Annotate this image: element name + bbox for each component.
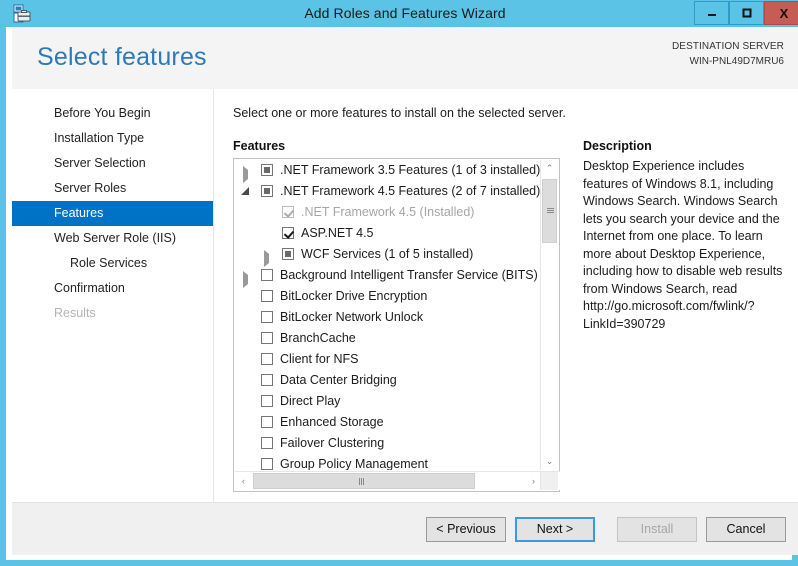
- feature-label: Background Intelligent Transfer Service …: [280, 268, 538, 282]
- destination-server-label: DESTINATION SERVER: [671, 41, 784, 52]
- scroll-left-icon[interactable]: ‹: [235, 472, 252, 490]
- feature-row[interactable]: Background Intelligent Transfer Service …: [235, 265, 541, 288]
- feature-label: BranchCache: [280, 331, 356, 345]
- feature-label: .NET Framework 4.5 Features (2 of 7 inst…: [280, 184, 541, 198]
- sidebar-item-server-selection[interactable]: Server Selection: [12, 151, 213, 176]
- feature-checkbox[interactable]: [261, 332, 273, 344]
- feature-row[interactable]: .NET Framework 4.5 (Installed): [235, 202, 541, 223]
- horizontal-scroll-thumb[interactable]: [253, 473, 475, 489]
- feature-row[interactable]: Data Center Bridging: [235, 370, 541, 391]
- page-header: Select features DESTINATION SERVER WIN-P…: [12, 27, 798, 90]
- scroll-grip-icon: [359, 478, 366, 485]
- feature-checkbox[interactable]: [261, 269, 273, 281]
- feature-row[interactable]: WCF Services (1 of 5 installed): [235, 244, 541, 267]
- feature-row[interactable]: .NET Framework 3.5 Features (1 of 3 inst…: [235, 160, 541, 183]
- maximize-button[interactable]: [729, 1, 764, 25]
- feature-checkbox[interactable]: [261, 395, 273, 407]
- sidebar-item-web-server-role-iis[interactable]: Web Server Role (IIS): [12, 226, 213, 251]
- feature-row[interactable]: Enhanced Storage: [235, 412, 541, 433]
- feature-checkbox[interactable]: [261, 164, 273, 176]
- instruction-text: Select one or more features to install o…: [233, 106, 566, 120]
- wizard-steps-nav: Before You Begin Installation Type Server …: [12, 89, 214, 502]
- description-label: Description: [583, 139, 652, 153]
- feature-checkbox[interactable]: [261, 185, 273, 197]
- feature-checkbox: [282, 206, 294, 218]
- wizard-window: Add Roles and Features Wizard X Select f…: [0, 0, 798, 566]
- feature-label: ASP.NET 4.5: [301, 226, 374, 240]
- feature-row[interactable]: Client for NFS: [235, 349, 541, 370]
- feature-checkbox[interactable]: [261, 458, 273, 470]
- close-button[interactable]: X: [764, 1, 798, 25]
- feature-row[interactable]: Group Policy Management: [235, 454, 541, 470]
- feature-row[interactable]: BitLocker Network Unlock: [235, 307, 541, 328]
- feature-checkbox[interactable]: [261, 416, 273, 428]
- feature-label: BitLocker Drive Encryption: [280, 289, 428, 303]
- footer-bar: < Previous Next > Install Cancel: [12, 502, 798, 555]
- scrollbar-corner: [540, 471, 558, 490]
- scroll-grip-icon: [547, 208, 554, 214]
- feature-checkbox[interactable]: [261, 353, 273, 365]
- window-title: Add Roles and Features Wizard: [304, 5, 506, 21]
- feature-row[interactable]: ASP.NET 4.5: [235, 223, 541, 244]
- feature-label: Group Policy Management: [280, 457, 428, 470]
- sidebar-item-results: Results: [54, 306, 96, 320]
- description-text: Desktop Experience includes features of …: [583, 159, 783, 331]
- features-label: Features: [233, 139, 286, 153]
- feature-label: BitLocker Network Unlock: [280, 310, 424, 324]
- install-button: Install: [617, 517, 697, 542]
- features-list: .NET Framework 3.5 Features (1 of 3 inst…: [235, 160, 541, 470]
- feature-row[interactable]: BranchCache: [235, 328, 541, 349]
- vertical-scroll-thumb[interactable]: [542, 179, 557, 243]
- chevron-down-icon[interactable]: [241, 187, 249, 195]
- feature-label: Failover Clustering: [280, 436, 385, 450]
- sidebar-item-installation-type[interactable]: Installation Type: [12, 126, 213, 151]
- feature-label: .NET Framework 3.5 Features (1 of 3 inst…: [280, 163, 541, 177]
- feature-checkbox[interactable]: [261, 311, 273, 323]
- feature-label: Direct Play: [280, 394, 341, 408]
- feature-checkbox[interactable]: [282, 227, 294, 239]
- feature-label: .NET Framework 4.5 (Installed): [301, 205, 475, 219]
- sidebar-item-server-roles[interactable]: Server Roles: [12, 176, 213, 201]
- feature-checkbox[interactable]: [282, 248, 294, 260]
- minimize-button[interactable]: [694, 1, 729, 25]
- scroll-down-icon[interactable]: ⌄: [541, 453, 558, 470]
- next-button[interactable]: Next >: [515, 517, 595, 542]
- window-controls: X: [694, 0, 798, 27]
- features-listbox[interactable]: .NET Framework 3.5 Features (1 of 3 inst…: [233, 158, 560, 492]
- destination-server-name: WIN-PNL49D7MRU6: [689, 56, 784, 67]
- destination-server: DESTINATION SERVER WIN-PNL49D7MRU6: [672, 39, 784, 69]
- content-area: Before You Begin Installation Type Server …: [12, 89, 798, 502]
- feature-row[interactable]: Direct Play: [235, 391, 541, 412]
- sidebar-item-features[interactable]: Features: [12, 201, 213, 226]
- sidebar-item-before-you-begin[interactable]: Before You Begin: [12, 101, 213, 126]
- scroll-up-icon[interactable]: ⌃: [541, 160, 558, 177]
- page-title: Select features: [37, 43, 207, 71]
- feature-row[interactable]: .NET Framework 4.5 Features (2 of 7 inst…: [235, 181, 541, 202]
- feature-label: Enhanced Storage: [280, 415, 384, 429]
- features-vertical-scrollbar[interactable]: ⌃ ⌄: [540, 160, 558, 470]
- feature-checkbox[interactable]: [261, 374, 273, 386]
- cancel-button[interactable]: Cancel: [706, 517, 786, 542]
- feature-label: Client for NFS: [280, 352, 359, 366]
- features-horizontal-scrollbar[interactable]: ‹ ›: [235, 471, 560, 490]
- sidebar-item-confirmation[interactable]: Confirmation: [12, 276, 213, 301]
- feature-row[interactable]: Failover Clustering: [235, 433, 541, 454]
- feature-row[interactable]: BitLocker Drive Encryption: [235, 286, 541, 307]
- feature-label: Data Center Bridging: [280, 373, 397, 387]
- previous-button[interactable]: < Previous: [426, 517, 506, 542]
- title-bar: Add Roles and Features Wizard X: [6, 0, 798, 27]
- main-pane: Select one or more features to install o…: [213, 89, 798, 502]
- feature-checkbox[interactable]: [261, 437, 273, 449]
- feature-label: WCF Services (1 of 5 installed): [301, 247, 474, 261]
- feature-checkbox[interactable]: [261, 290, 273, 302]
- sidebar-item-role-services[interactable]: Role Services: [12, 251, 213, 276]
